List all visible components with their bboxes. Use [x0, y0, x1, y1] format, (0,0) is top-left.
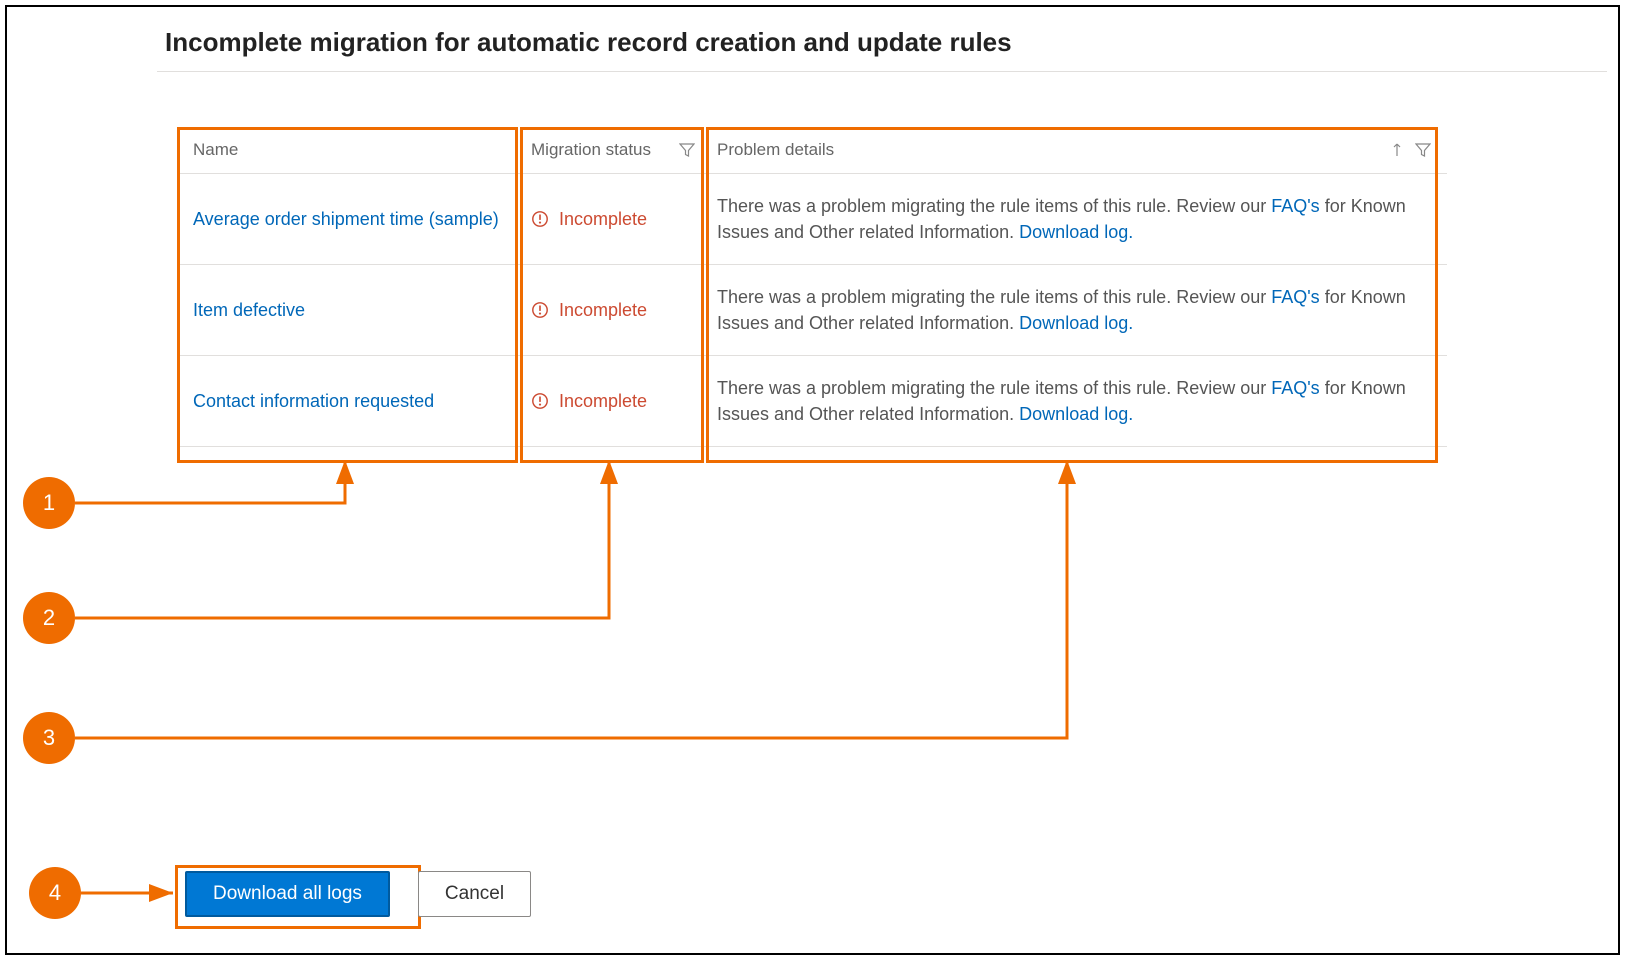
download-all-logs-button[interactable]: Download all logs: [185, 871, 390, 917]
screenshot-frame: Incomplete migration for automatic recor…: [5, 5, 1620, 955]
annotation-callout-1: 1: [23, 477, 75, 529]
annotation-connectors: [7, 7, 1607, 957]
annotation-callout-4: 4: [29, 867, 81, 919]
annotation-callout-3: 3: [23, 712, 75, 764]
annotation-callout-2: 2: [23, 592, 75, 644]
dialog-button-bar: Download all logs Cancel: [185, 871, 531, 917]
cancel-button[interactable]: Cancel: [418, 871, 531, 917]
